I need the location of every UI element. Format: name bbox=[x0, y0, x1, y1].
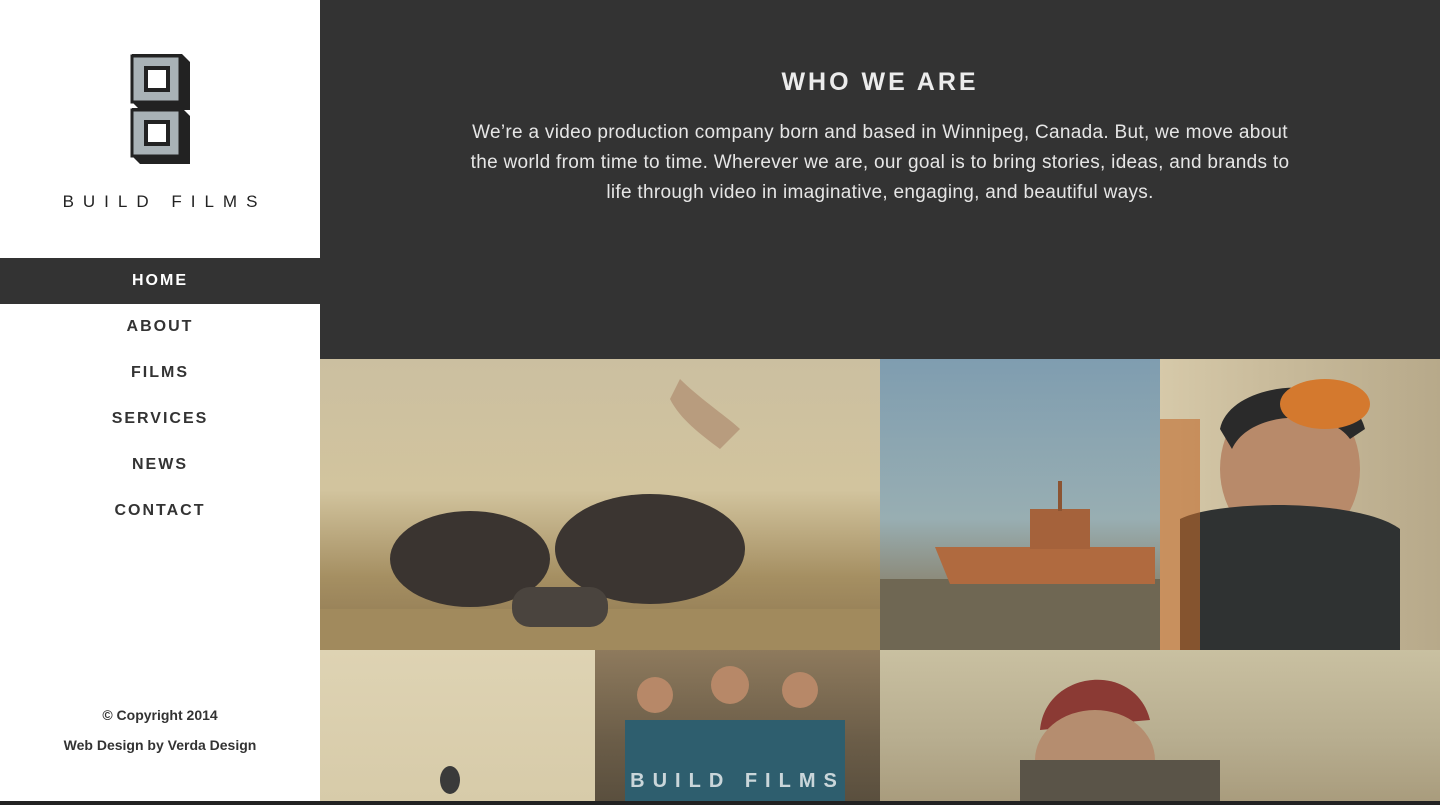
build-films-logo-icon[interactable] bbox=[128, 50, 194, 166]
footer: © Copyright 2014 Web Design by Verda Des… bbox=[0, 704, 320, 764]
sidebar: BUILD FILMS HOME ABOUT FILMS SERVICES NE… bbox=[0, 0, 320, 805]
hockey-gloves-image bbox=[320, 379, 880, 650]
snowy-field-image bbox=[440, 766, 460, 794]
nav-item-services[interactable]: SERVICES bbox=[0, 396, 320, 442]
main-nav: HOME ABOUT FILMS SERVICES NEWS CONTACT bbox=[0, 258, 320, 534]
section-title: WHO WE ARE bbox=[781, 68, 979, 96]
photo-ship-wreck[interactable] bbox=[880, 359, 1160, 650]
nav-item-news[interactable]: NEWS bbox=[0, 442, 320, 488]
ship-wreck-image bbox=[880, 481, 1160, 650]
copyright-text: © Copyright 2014 bbox=[102, 707, 218, 723]
brand-name: BUILD FILMS bbox=[62, 192, 267, 211]
gallery-caption: BUILD FILMS bbox=[630, 770, 845, 792]
nav-item-about[interactable]: ABOUT bbox=[0, 304, 320, 350]
photo-skier-portrait[interactable] bbox=[1160, 359, 1440, 650]
nav-item-contact[interactable]: CONTACT bbox=[0, 488, 320, 534]
who-we-are-section: WHO WE ARE We’re a video production comp… bbox=[320, 0, 1440, 359]
nav-item-home[interactable]: HOME bbox=[0, 258, 320, 304]
photo-hockey-gloves[interactable] bbox=[320, 359, 880, 650]
designer-credit-link[interactable]: Web Design by Verda Design bbox=[0, 734, 320, 764]
skier-portrait-image bbox=[1160, 379, 1400, 650]
photo-snowy-field[interactable] bbox=[320, 650, 595, 801]
toque-portrait-image bbox=[1020, 679, 1220, 801]
nav-item-films[interactable]: FILMS bbox=[0, 350, 320, 396]
section-description: We’re a video production company born an… bbox=[470, 122, 1290, 203]
photo-toque-portrait[interactable] bbox=[880, 650, 1440, 801]
photo-three-friends[interactable]: BUILD FILMS bbox=[595, 650, 880, 801]
window-bottom-border bbox=[0, 801, 1440, 805]
